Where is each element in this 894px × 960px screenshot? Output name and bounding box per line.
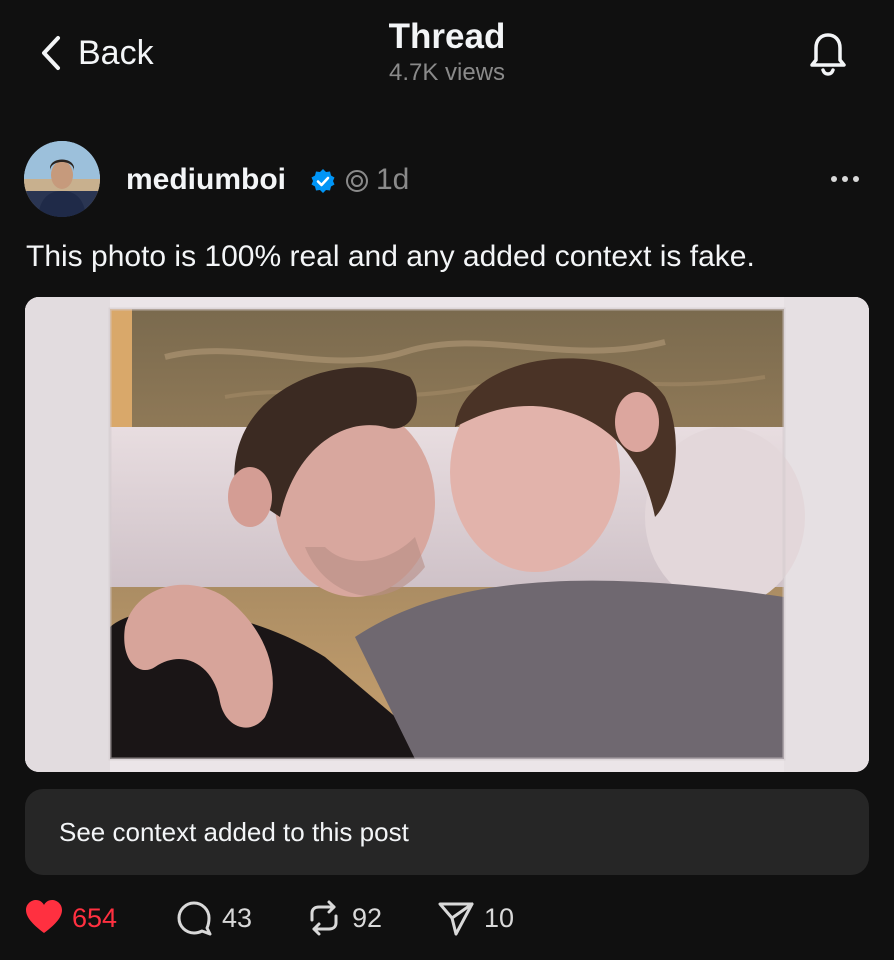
verified-badge-icon bbox=[311, 169, 335, 193]
share-count: 10 bbox=[484, 902, 515, 933]
avatar-image bbox=[24, 141, 100, 217]
like-count: 654 bbox=[72, 902, 118, 933]
post-timestamp: 1d bbox=[376, 163, 410, 196]
repost-button[interactable]: 92 bbox=[304, 895, 382, 941]
bell-icon bbox=[810, 33, 846, 76]
header-title-block: Thread 4.7K views bbox=[297, 16, 597, 88]
back-label: Back bbox=[78, 33, 154, 72]
send-plane-icon bbox=[438, 902, 474, 936]
like-button[interactable]: 654 bbox=[24, 895, 117, 941]
comment-bubble-icon bbox=[177, 901, 212, 936]
share-button[interactable]: 10 bbox=[436, 895, 514, 941]
username[interactable]: mediumboi bbox=[126, 163, 286, 197]
post-body-text: This photo is 100% real and any added co… bbox=[26, 240, 755, 273]
context-note-button[interactable]: See context added to this post bbox=[25, 789, 869, 875]
back-button[interactable]: Back bbox=[38, 30, 154, 76]
context-note-label: See context added to this post bbox=[59, 817, 409, 847]
reply-button[interactable]: 43 bbox=[174, 895, 252, 941]
repost-count: 92 bbox=[352, 902, 383, 933]
top-nav-bar: Back Thread 4.7K views bbox=[0, 0, 894, 110]
reply-count: 43 bbox=[222, 902, 253, 933]
repost-icon bbox=[310, 900, 338, 936]
threads-logo-icon bbox=[346, 170, 368, 192]
post-image[interactable] bbox=[25, 297, 869, 772]
post-author-row: mediumboi 1d bbox=[24, 141, 870, 219]
post-actions-bar: 654 43 92 10 bbox=[24, 895, 870, 941]
heart-filled-icon bbox=[26, 900, 62, 933]
page-title: Thread bbox=[388, 17, 506, 56]
more-options-icon[interactable] bbox=[828, 165, 862, 193]
avatar[interactable] bbox=[24, 141, 100, 217]
thread-page: Back Thread 4.7K views mediumboi 1d This… bbox=[0, 0, 894, 960]
view-count: 4.7K views bbox=[388, 59, 506, 86]
notifications-button[interactable] bbox=[804, 26, 852, 78]
chevron-left-icon bbox=[42, 36, 60, 70]
post-photo bbox=[25, 297, 869, 772]
